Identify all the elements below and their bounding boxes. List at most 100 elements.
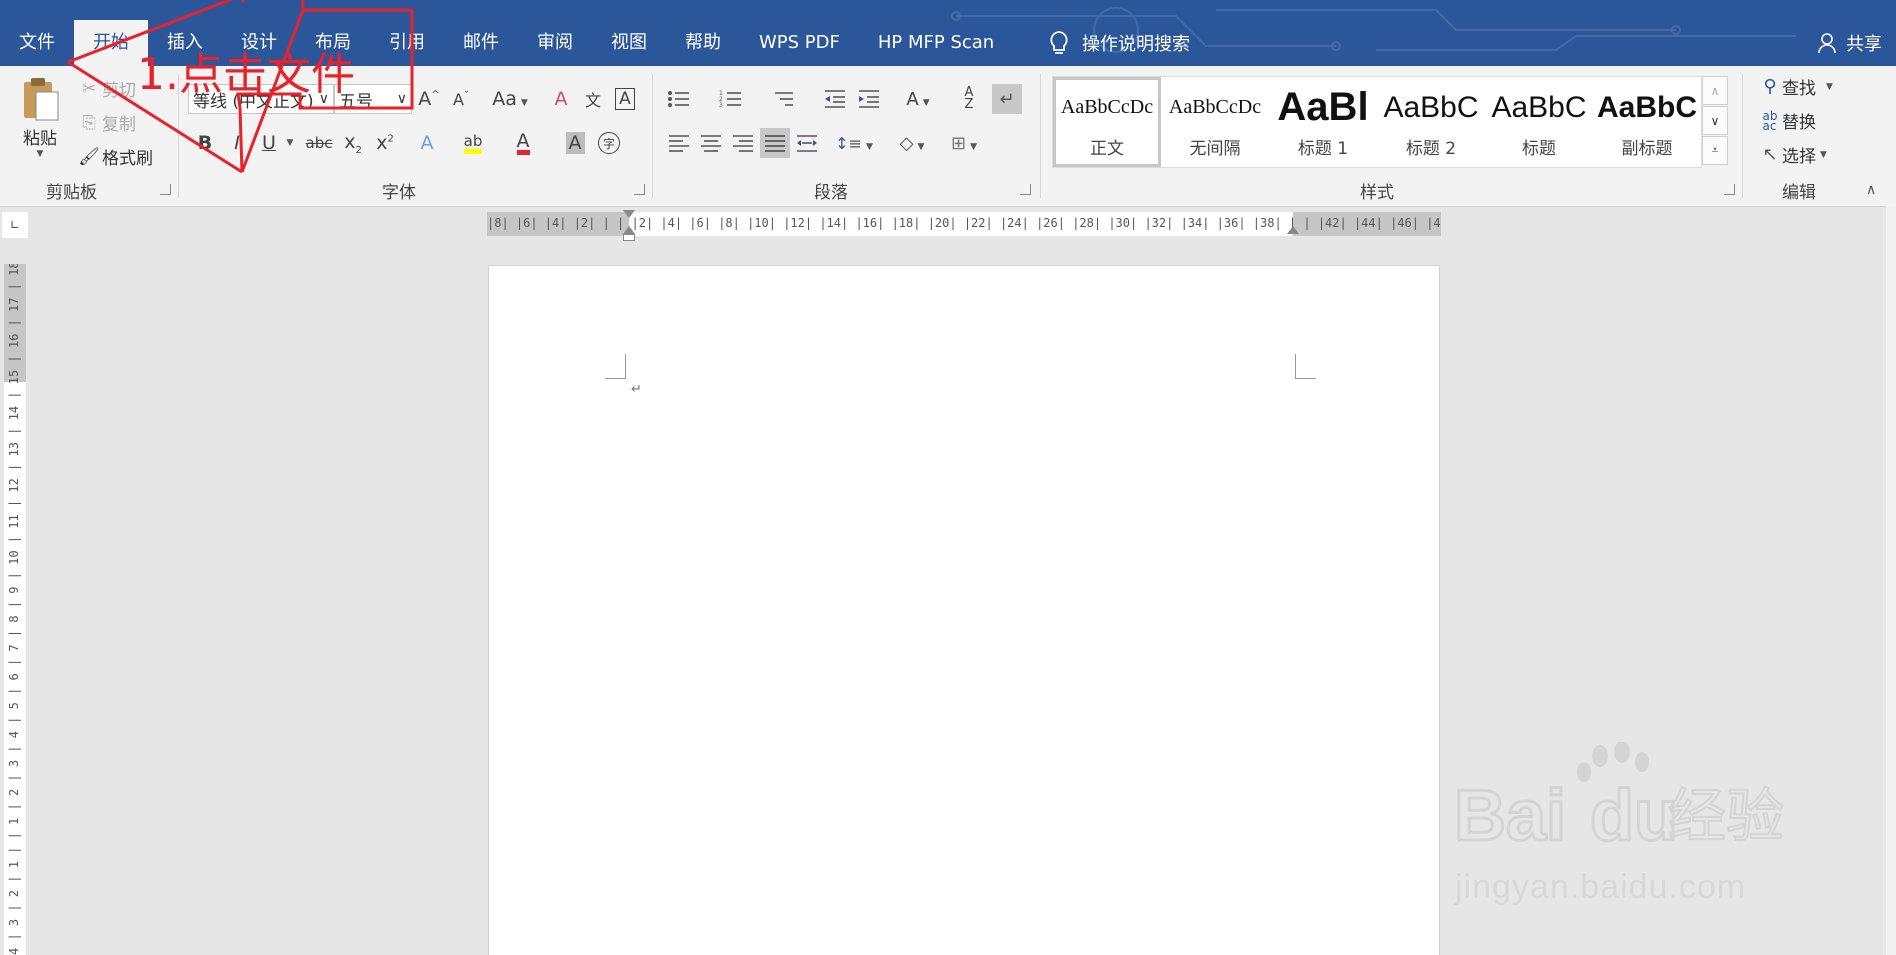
vertical-ruler[interactable]: 4 | 3 | 2 | 1 | | 1 | 2 | 3 | 4 | 5 | 6 … xyxy=(4,264,26,955)
tab-11[interactable]: HP MFP Scan xyxy=(859,20,1013,66)
right-indent-marker[interactable] xyxy=(1287,226,1299,234)
horizontal-ruler[interactable]: |8| |6| |4| |2| | | |2| |4| |6| |8| |10|… xyxy=(487,210,1441,241)
hanging-indent-marker[interactable] xyxy=(623,226,635,234)
styles-dialog-launcher[interactable] xyxy=(1724,184,1735,195)
tab-9[interactable]: 帮助 xyxy=(666,20,740,66)
select-label: 选择 xyxy=(1782,147,1816,167)
style-item-4[interactable]: AaBbC 标题 xyxy=(1485,77,1593,167)
shading-button[interactable]: ◇ ▼ xyxy=(890,128,934,158)
font-group-label: 字体 xyxy=(382,183,416,203)
paste-button[interactable]: 粘贴 ▼ xyxy=(18,76,62,159)
style-name: 标题 1 xyxy=(1297,138,1349,159)
phonetic-guide-icon: 文 xyxy=(584,91,601,110)
find-label: 查找 xyxy=(1782,79,1816,99)
paste-dropdown-icon[interactable]: ▼ xyxy=(37,149,44,159)
top-right-crop-mark xyxy=(1295,354,1316,379)
align-center-button[interactable] xyxy=(696,128,726,158)
align-left-icon xyxy=(669,135,689,152)
paragraph-group-label: 段落 xyxy=(814,183,848,203)
chevron-down-icon: ∨ xyxy=(1710,113,1720,128)
gallery-down-button[interactable]: ∨ xyxy=(1702,106,1728,135)
style-preview: AaBbCcDc xyxy=(1168,96,1262,118)
enclose-characters-button[interactable]: 字 xyxy=(594,128,624,158)
cursor-icon: ↖ xyxy=(1762,144,1778,165)
tab-selector[interactable]: ∟ xyxy=(2,212,28,238)
share-button[interactable]: 共享 xyxy=(1818,20,1882,66)
decrease-indent-button[interactable] xyxy=(820,84,850,114)
style-name: 副标题 xyxy=(1621,138,1673,159)
increase-indent-button[interactable] xyxy=(854,84,884,114)
paragraph-mark: ↵ xyxy=(631,382,642,397)
distributed-button[interactable] xyxy=(792,128,822,158)
gallery-more-button[interactable]: ⩡ xyxy=(1702,136,1728,165)
borders-button[interactable]: ⊞ ▼ xyxy=(942,128,986,158)
text-direction-icon: A ▼ xyxy=(906,88,930,110)
gallery-up-button[interactable]: ∧ xyxy=(1702,76,1728,105)
paragraph-dialog-launcher[interactable] xyxy=(1020,184,1031,195)
multilevel-list-button[interactable] xyxy=(768,84,798,114)
replace-button[interactable]: ab ac 替换 xyxy=(1758,108,1817,134)
select-button[interactable]: ↖ 选择 ▼ xyxy=(1758,142,1827,167)
document-page[interactable]: ↵ xyxy=(488,265,1440,955)
style-item-2[interactable]: AaBl 标题 1 xyxy=(1269,77,1377,167)
tab-7[interactable]: 审阅 xyxy=(518,20,592,66)
pilcrow-icon: ↵ xyxy=(999,88,1015,110)
tab-10[interactable]: WPS PDF xyxy=(740,20,859,66)
more-icon: ⩡ xyxy=(1711,143,1719,157)
watermark-url: jingyan.baidu.com xyxy=(1455,868,1747,906)
distributed-icon xyxy=(797,135,817,152)
chevron-down-icon: ▼ xyxy=(1820,149,1827,160)
align-left-button[interactable] xyxy=(664,128,694,158)
character-shading-icon: A xyxy=(565,132,585,154)
line-spacing-button[interactable]: ↕≡ ▼ xyxy=(832,128,876,158)
svg-text:du: du xyxy=(1590,776,1678,856)
clear-formatting-button[interactable]: A xyxy=(546,84,576,114)
tab-8[interactable]: 视图 xyxy=(592,20,666,66)
multilevel-list-icon xyxy=(775,92,793,106)
character-shading-button[interactable]: A xyxy=(560,128,590,158)
search-icon: ⚲ xyxy=(1763,76,1777,97)
show-formatting-marks-button[interactable]: ↵ xyxy=(992,84,1022,114)
clipboard-dialog-launcher[interactable] xyxy=(160,184,171,195)
style-name: 标题 2 xyxy=(1405,138,1457,159)
font-color-button[interactable]: A xyxy=(508,128,538,158)
collapse-ribbon-icon[interactable]: ∧ xyxy=(1866,182,1876,198)
bullets-button[interactable] xyxy=(664,84,694,114)
font-dialog-launcher[interactable] xyxy=(634,184,645,195)
numbering-icon: 123 xyxy=(719,90,741,109)
borders-icon: ⊞ ▼ xyxy=(950,132,977,154)
style-item-5[interactable]: AaBbC 副标题 xyxy=(1593,77,1701,167)
svg-text:Bai: Bai xyxy=(1454,776,1566,856)
style-preview: AaBbCcDc xyxy=(1060,96,1154,118)
font-color-icon: A xyxy=(516,131,530,155)
style-item-3[interactable]: AaBbC 标题 2 xyxy=(1377,77,1485,167)
justify-button[interactable] xyxy=(760,128,790,158)
chevron-down-icon: ▼ xyxy=(1826,81,1833,92)
replace-label: 替换 xyxy=(1782,113,1816,133)
clipboard-group-label: 剪贴板 xyxy=(46,183,97,203)
baidu-jingyan-logo: Bai du 经验 xyxy=(1453,742,1785,858)
style-name: 标题 xyxy=(1522,138,1556,159)
styles-gallery: AaBbCcDc 正文 AaBbCcDc 无间隔 AaBl 标题 1 AaBbC 标题 2 Aa… xyxy=(1052,76,1702,168)
sort-icon: AZ xyxy=(964,85,974,112)
decrease-indent-icon xyxy=(825,90,845,108)
numbering-button[interactable]: 123 xyxy=(716,84,746,114)
sort-button[interactable]: AZ xyxy=(954,84,984,114)
tell-me-search[interactable]: 操作说明搜索 xyxy=(1048,20,1190,66)
person-icon xyxy=(1818,33,1836,54)
character-border-button[interactable]: A xyxy=(610,84,640,114)
chevron-up-icon: ∧ xyxy=(1710,83,1720,98)
first-line-indent-marker[interactable] xyxy=(623,210,635,218)
left-indent-marker[interactable] xyxy=(623,234,635,241)
style-item-1[interactable]: AaBbCcDc 无间隔 xyxy=(1161,77,1269,167)
align-right-icon xyxy=(733,135,753,152)
replace-icon: ab ac xyxy=(1762,108,1778,133)
phonetic-guide-button[interactable]: 文 xyxy=(578,84,608,114)
vertical-scrollbar[interactable] xyxy=(1886,206,1896,955)
editing-group-label: 编辑 xyxy=(1782,183,1816,203)
style-item-0[interactable]: AaBbCcDc 正文 xyxy=(1053,77,1161,167)
find-button[interactable]: ⚲ 查找 ▼ xyxy=(1758,74,1833,99)
enclose-characters-icon: 字 xyxy=(598,132,620,154)
align-right-button[interactable] xyxy=(728,128,758,158)
text-direction-button[interactable]: A ▼ xyxy=(898,84,938,114)
